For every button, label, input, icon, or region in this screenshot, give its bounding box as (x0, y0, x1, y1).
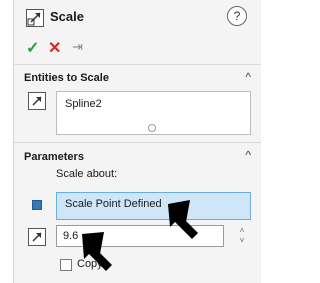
section-divider (14, 142, 261, 143)
annotation-arrow-icon (82, 232, 112, 271)
list-item[interactable]: Spline2 (65, 98, 102, 110)
scale-about-label: Scale about: (56, 168, 118, 180)
spin-up-button[interactable]: ˄ (236, 226, 248, 236)
cancel-button[interactable]: ✕ (48, 38, 61, 58)
section-title-parameters: Parameters (24, 151, 84, 163)
pushpin-icon[interactable]: ⇥ (72, 39, 83, 55)
scale-point-field[interactable]: Scale Point Defined (56, 192, 251, 220)
scale-factor-icon (28, 228, 46, 246)
collapse-parameters-icon[interactable]: ^ (245, 148, 251, 162)
copy-checkbox[interactable] (60, 259, 72, 271)
ok-button[interactable]: ✓ (26, 38, 39, 58)
collapse-entities-icon[interactable]: ^ (245, 70, 251, 84)
spin-down-button[interactable]: ˅ (236, 236, 248, 246)
property-manager-panel: Scale ? ✓ ✕ ⇥ Entities to Scale ^ Spline… (13, 0, 261, 283)
scale-point-bullet-icon (32, 200, 42, 210)
select-entities-icon[interactable] (28, 92, 46, 110)
panel-header: Scale ? ✓ ✕ ⇥ (14, 0, 261, 65)
annotation-arrow-icon (168, 200, 198, 239)
scale-point-text: Scale Point Defined (65, 198, 162, 210)
listbox-resize-handle[interactable] (148, 124, 156, 132)
scale-feature-icon (26, 9, 44, 27)
help-icon[interactable]: ? (227, 6, 247, 26)
panel-title: Scale (50, 9, 84, 24)
section-title-entities: Entities to Scale (24, 72, 109, 84)
